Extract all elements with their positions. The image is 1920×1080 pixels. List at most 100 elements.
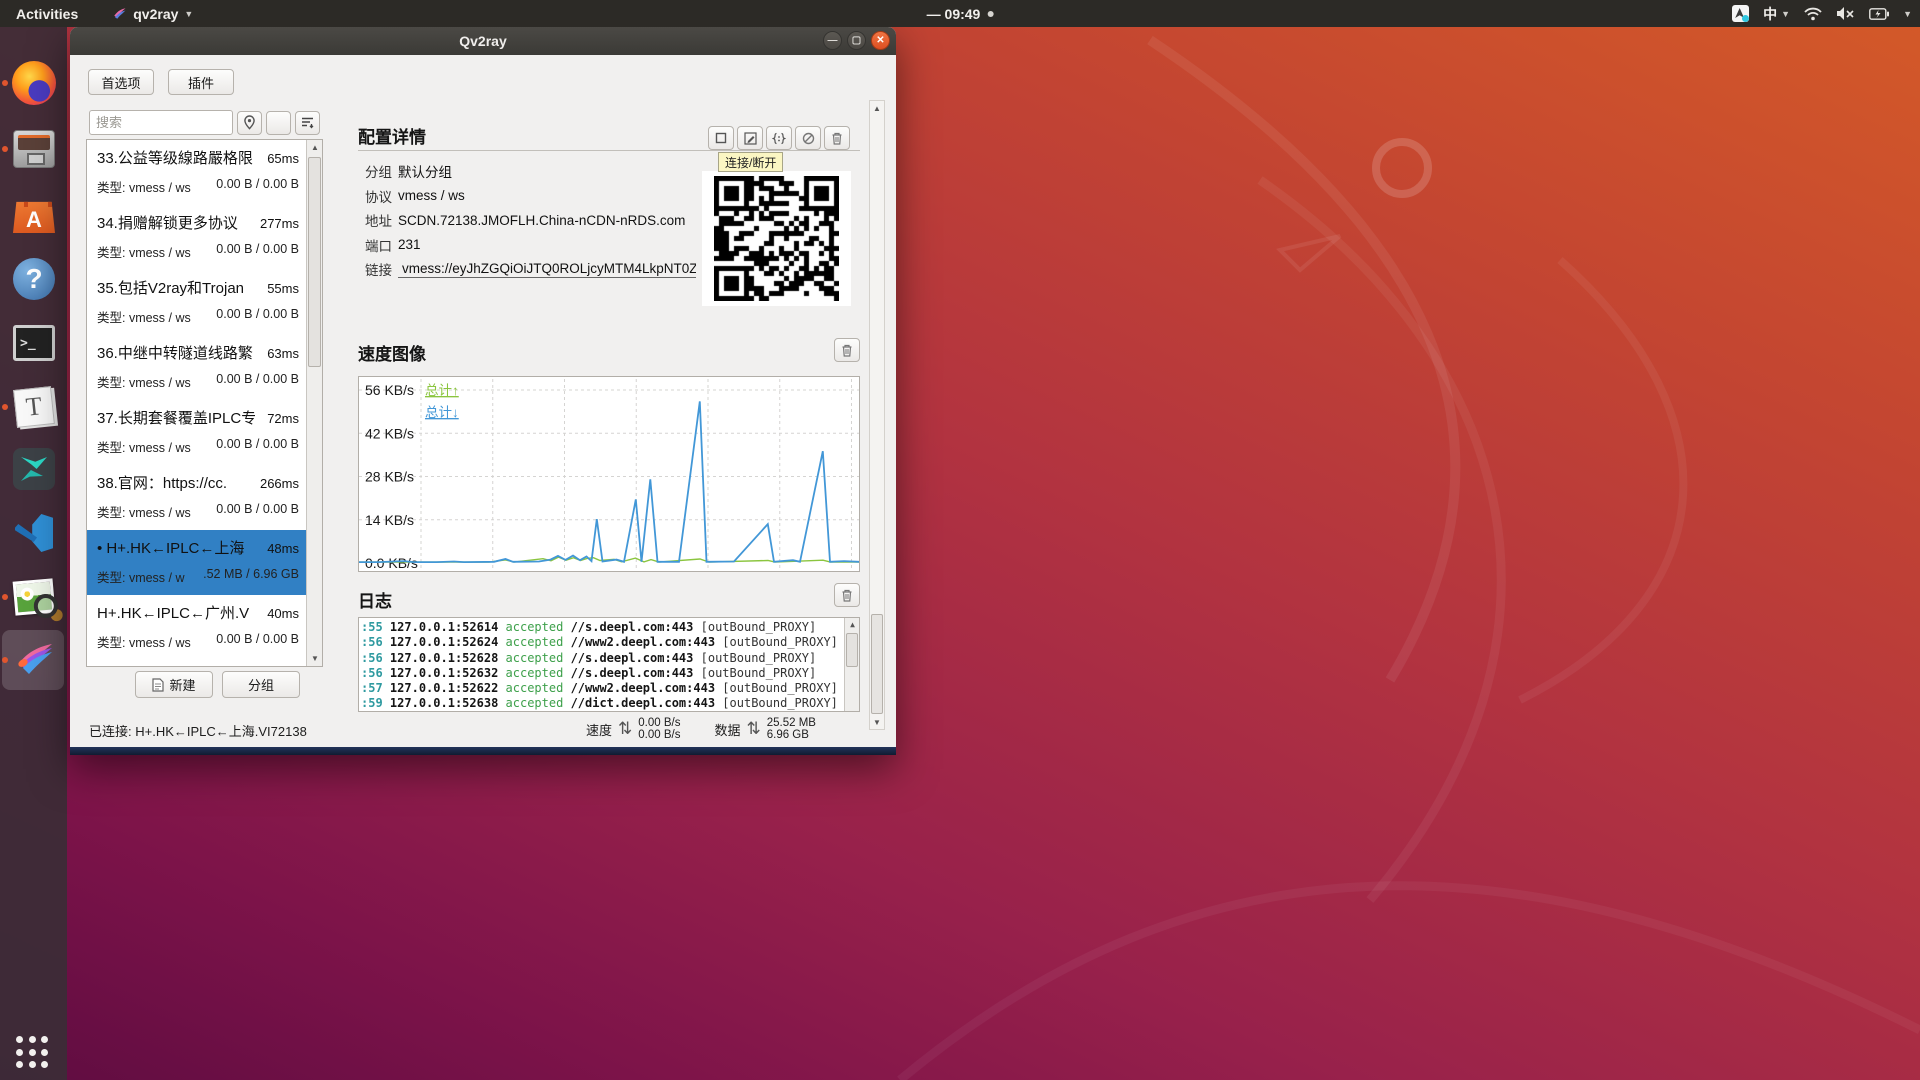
- input-method-indicator[interactable]: 中 ▼: [1763, 4, 1790, 24]
- server-latency: 277ms: [256, 216, 299, 231]
- scroll-down-arrow[interactable]: ▼: [307, 651, 323, 666]
- scroll-thumb[interactable]: [846, 633, 858, 667]
- scroll-up-arrow[interactable]: ▲: [307, 140, 323, 155]
- qv2ray-window: Qv2ray — ▢ ✕ 首选项 插件 33.公益等级線路嚴格限65ms类型: …: [70, 27, 896, 755]
- dock-item-cyan-arrow-app[interactable]: [9, 444, 59, 494]
- clock-label: — 09:49: [927, 6, 981, 22]
- server-name: 36.中继中转隧道线路繁: [97, 342, 253, 363]
- field-value[interactable]: vmess://eyJhZGQiOiJTQ0ROLjcyMTM4LkpNT0ZM…: [398, 261, 696, 278]
- chevron-down-icon[interactable]: ▼: [1903, 9, 1912, 19]
- server-list-item[interactable]: 34.捐赠解锁更多协议277ms类型: vmess / ws0.00 B / 0…: [87, 205, 307, 270]
- server-name: • H+.HK←IPLC←上海: [97, 537, 244, 558]
- speed-chart-title: 速度图像: [358, 340, 426, 365]
- qv2ray-icon: [12, 638, 56, 682]
- cyan-arrow-app-icon: [13, 448, 55, 490]
- plugins-button[interactable]: 插件: [168, 69, 234, 95]
- new-button[interactable]: 新建: [135, 671, 213, 698]
- minimize-button[interactable]: —: [823, 31, 842, 50]
- speed-values: 0.00 B/s0.00 B/s: [638, 717, 680, 742]
- server-name: 33.公益等级線路嚴格限: [97, 147, 253, 168]
- app-menu-label: qv2ray: [133, 6, 178, 22]
- battery-icon: [1869, 8, 1889, 20]
- qv2ray-tray-icon[interactable]: [1732, 5, 1749, 22]
- scroll-up-arrow[interactable]: ▲: [845, 618, 860, 632]
- delete-config-button[interactable]: [824, 126, 850, 150]
- legend-item[interactable]: 总计↓: [425, 405, 459, 420]
- server-name: 38.官网：https://cc.: [97, 472, 227, 493]
- show-applications-button[interactable]: [16, 1036, 50, 1070]
- clear-chart-button[interactable]: [834, 338, 860, 362]
- log-scrollbar[interactable]: ▲: [844, 618, 859, 711]
- server-list-item[interactable]: 36.中继中转隧道线路繁63ms类型: vmess / ws0.00 B / 0…: [87, 335, 307, 400]
- app-menu[interactable]: qv2ray ▼: [106, 0, 199, 27]
- window-title: Qv2ray: [459, 33, 506, 49]
- server-type: 类型: vmess / ws: [97, 437, 191, 456]
- server-list-item[interactable]: 37.长期套餐覆盖IPLC专72ms类型: vmess / ws0.00 B /…: [87, 400, 307, 465]
- dock-item-qv2ray[interactable]: [9, 635, 59, 685]
- trash-icon: [831, 132, 843, 145]
- group-button[interactable]: 分组: [222, 671, 300, 698]
- up-down-arrows-icon: ⇅: [618, 719, 632, 739]
- maximize-button[interactable]: ▢: [847, 31, 866, 50]
- server-traffic: 0.00 B / 0.00 B: [216, 372, 299, 391]
- config-field-row: 链接vmess://eyJhZGQiOiJTQ0ROLjcyMTM4LkpNT0…: [365, 257, 696, 282]
- blank-toggle-button[interactable]: [266, 111, 291, 135]
- edit-json-button[interactable]: [766, 126, 792, 150]
- edit-button[interactable]: [737, 126, 763, 150]
- config-fields: 分组默认分组协议vmess / ws地址SCDN.72138.JMOFLH.Ch…: [365, 159, 696, 282]
- connect-disconnect-button[interactable]: [708, 126, 734, 150]
- new-button-label: 新建: [169, 675, 195, 694]
- dock-item-files[interactable]: [9, 124, 59, 174]
- server-list-item[interactable]: 33.公益等级線路嚴格限65ms类型: vmess / ws0.00 B / 0…: [87, 140, 307, 205]
- scroll-thumb[interactable]: [308, 157, 321, 367]
- clock[interactable]: — 09:49: [927, 6, 994, 22]
- server-list-item[interactable]: • H+.HK←IPLC←上海48ms类型: vmess / w.52 MB /…: [87, 530, 307, 595]
- stop-square-icon: [715, 132, 727, 144]
- server-list-item[interactable]: H+.CC←IPLC←: [87, 660, 307, 667]
- y-axis-tick-label: 56 KB/s: [365, 382, 414, 398]
- log-line: :55 127.0.0.1:52614 accepted //s.deepl.c…: [361, 620, 859, 635]
- log-output[interactable]: :55 127.0.0.1:52614 accepted //s.deepl.c…: [358, 617, 860, 712]
- image-viewer-icon: [13, 578, 56, 615]
- ubuntu-software-icon: A: [13, 195, 55, 233]
- scroll-up-arrow[interactable]: ▲: [870, 101, 884, 115]
- server-list-scrollbar[interactable]: ▲ ▼: [306, 140, 322, 666]
- dock-item-text-editor[interactable]: T: [9, 382, 59, 432]
- activities-label: Activities: [16, 6, 78, 22]
- dock-item-firefox[interactable]: [9, 58, 59, 108]
- server-list-item[interactable]: 35.包括V2ray和Trojan55ms类型: vmess / ws0.00 …: [87, 270, 307, 335]
- vscode-icon: [13, 512, 55, 554]
- preferences-button[interactable]: 首选项: [88, 69, 154, 95]
- clear-log-button[interactable]: [834, 583, 860, 607]
- sort-button[interactable]: [295, 111, 320, 135]
- files-icon: [13, 130, 55, 168]
- dock-item-ubuntu-software[interactable]: A: [9, 189, 59, 239]
- server-latency: 266ms: [256, 476, 299, 491]
- location-pin-button[interactable]: [237, 111, 262, 135]
- trash-icon: [841, 589, 853, 602]
- scroll-thumb[interactable]: [871, 614, 883, 714]
- field-value: vmess / ws: [398, 188, 465, 203]
- server-list-item[interactable]: H+.HK←IPLC←广州.V40ms类型: vmess / ws0.00 B …: [87, 595, 307, 660]
- dock-item-image-viewer[interactable]: [9, 572, 59, 622]
- new-document-icon: [152, 678, 164, 692]
- server-type: 类型: vmess / ws: [97, 307, 191, 326]
- dock-item-help[interactable]: ?: [9, 254, 59, 304]
- legend-item[interactable]: 总计↑: [425, 383, 459, 398]
- dock-item-vscode[interactable]: [9, 508, 59, 558]
- config-field-row: 分组默认分组: [365, 159, 696, 184]
- dock-item-terminal[interactable]: >_: [9, 318, 59, 368]
- server-latency: 48ms: [263, 541, 299, 556]
- server-type: 类型: vmess / ws: [97, 242, 191, 261]
- server-list-item[interactable]: 38.官网：https://cc.266ms类型: vmess / ws0.00…: [87, 465, 307, 530]
- window-titlebar[interactable]: Qv2ray — ▢ ✕: [70, 27, 896, 55]
- activities-button[interactable]: Activities: [10, 0, 84, 27]
- server-type: 类型: vmess / ws: [97, 372, 191, 391]
- panel-scrollbar[interactable]: ▲ ▼: [869, 100, 885, 730]
- search-input[interactable]: [89, 110, 233, 135]
- separator: [358, 150, 860, 151]
- close-button[interactable]: ✕: [871, 31, 890, 50]
- server-type: 类型: vmess / ws: [97, 177, 191, 196]
- notification-dot: [987, 11, 993, 17]
- test-latency-button[interactable]: [795, 126, 821, 150]
